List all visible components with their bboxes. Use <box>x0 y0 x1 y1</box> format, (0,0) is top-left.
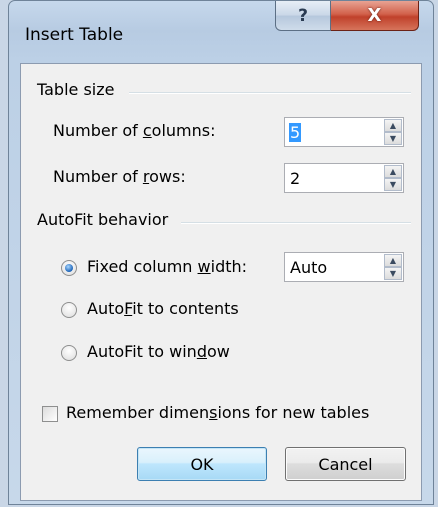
spin-down-arrow-icon: ▼ <box>389 268 397 278</box>
table-size-heading: Table size <box>37 80 115 99</box>
remember-dimensions-checkbox[interactable] <box>42 406 58 422</box>
ok-button[interactable]: OK <box>137 447 267 481</box>
columns-spin-buttons: ▲ ▼ <box>384 119 402 145</box>
close-button[interactable]: X <box>331 1 419 31</box>
rows-value: 2 <box>290 169 301 188</box>
close-icon: X <box>367 5 382 26</box>
autofit-heading: AutoFit behavior <box>37 210 169 229</box>
insert-table-dialog: Insert Table ? X Table size Number of co… <box>8 0 434 505</box>
rows-spin-down-button[interactable]: ▼ <box>384 178 402 191</box>
columns-spin-down-button[interactable]: ▼ <box>384 132 402 145</box>
title-bar[interactable]: Insert Table ? X <box>9 1 433 63</box>
rows-spin-up-button[interactable]: ▲ <box>384 165 402 178</box>
spin-up-arrow-icon: ▲ <box>389 166 397 176</box>
columns-value: 5 <box>289 123 302 142</box>
help-icon: ? <box>298 5 308 26</box>
dialog-client-area: Table size Number of columns: 5 ▲ ▼ Numb… <box>20 63 422 501</box>
rows-spinner[interactable]: 2 ▲ ▼ <box>284 163 404 193</box>
autofit-contents-radio[interactable] <box>61 302 77 318</box>
fixed-width-spin-buttons: ▲ ▼ <box>384 254 402 280</box>
table-size-separator <box>129 92 411 94</box>
dialog-title: Insert Table <box>25 25 124 45</box>
spin-down-arrow-icon: ▼ <box>389 133 397 143</box>
columns-spin-up-button[interactable]: ▲ <box>384 119 402 132</box>
fixed-width-label[interactable]: Fixed column width: <box>87 257 247 276</box>
spin-up-arrow-icon: ▲ <box>389 120 397 130</box>
spin-up-arrow-icon: ▲ <box>389 255 397 265</box>
fixed-width-radio[interactable] <box>61 260 77 276</box>
spin-down-arrow-icon: ▼ <box>389 179 397 189</box>
autofit-window-label[interactable]: AutoFit to window <box>87 342 230 361</box>
fixed-width-value: Auto <box>290 258 328 277</box>
fixed-width-spin-up-button[interactable]: ▲ <box>384 254 402 267</box>
cancel-button[interactable]: Cancel <box>285 447 406 481</box>
help-button[interactable]: ? <box>275 1 331 31</box>
rows-spin-buttons: ▲ ▼ <box>384 165 402 191</box>
fixed-width-spin-down-button[interactable]: ▼ <box>384 267 402 280</box>
autofit-separator <box>181 222 411 224</box>
remember-dimensions-label[interactable]: Remember dimensions for new tables <box>66 403 369 422</box>
rows-label: Number of rows: <box>53 167 186 186</box>
fixed-width-spinner[interactable]: Auto ▲ ▼ <box>284 252 404 282</box>
caption-buttons: ? X <box>275 1 419 31</box>
autofit-contents-label[interactable]: AutoFit to contents <box>87 299 239 318</box>
autofit-window-radio[interactable] <box>61 345 77 361</box>
columns-spinner[interactable]: 5 ▲ ▼ <box>284 117 404 147</box>
columns-label: Number of columns: <box>53 121 216 140</box>
